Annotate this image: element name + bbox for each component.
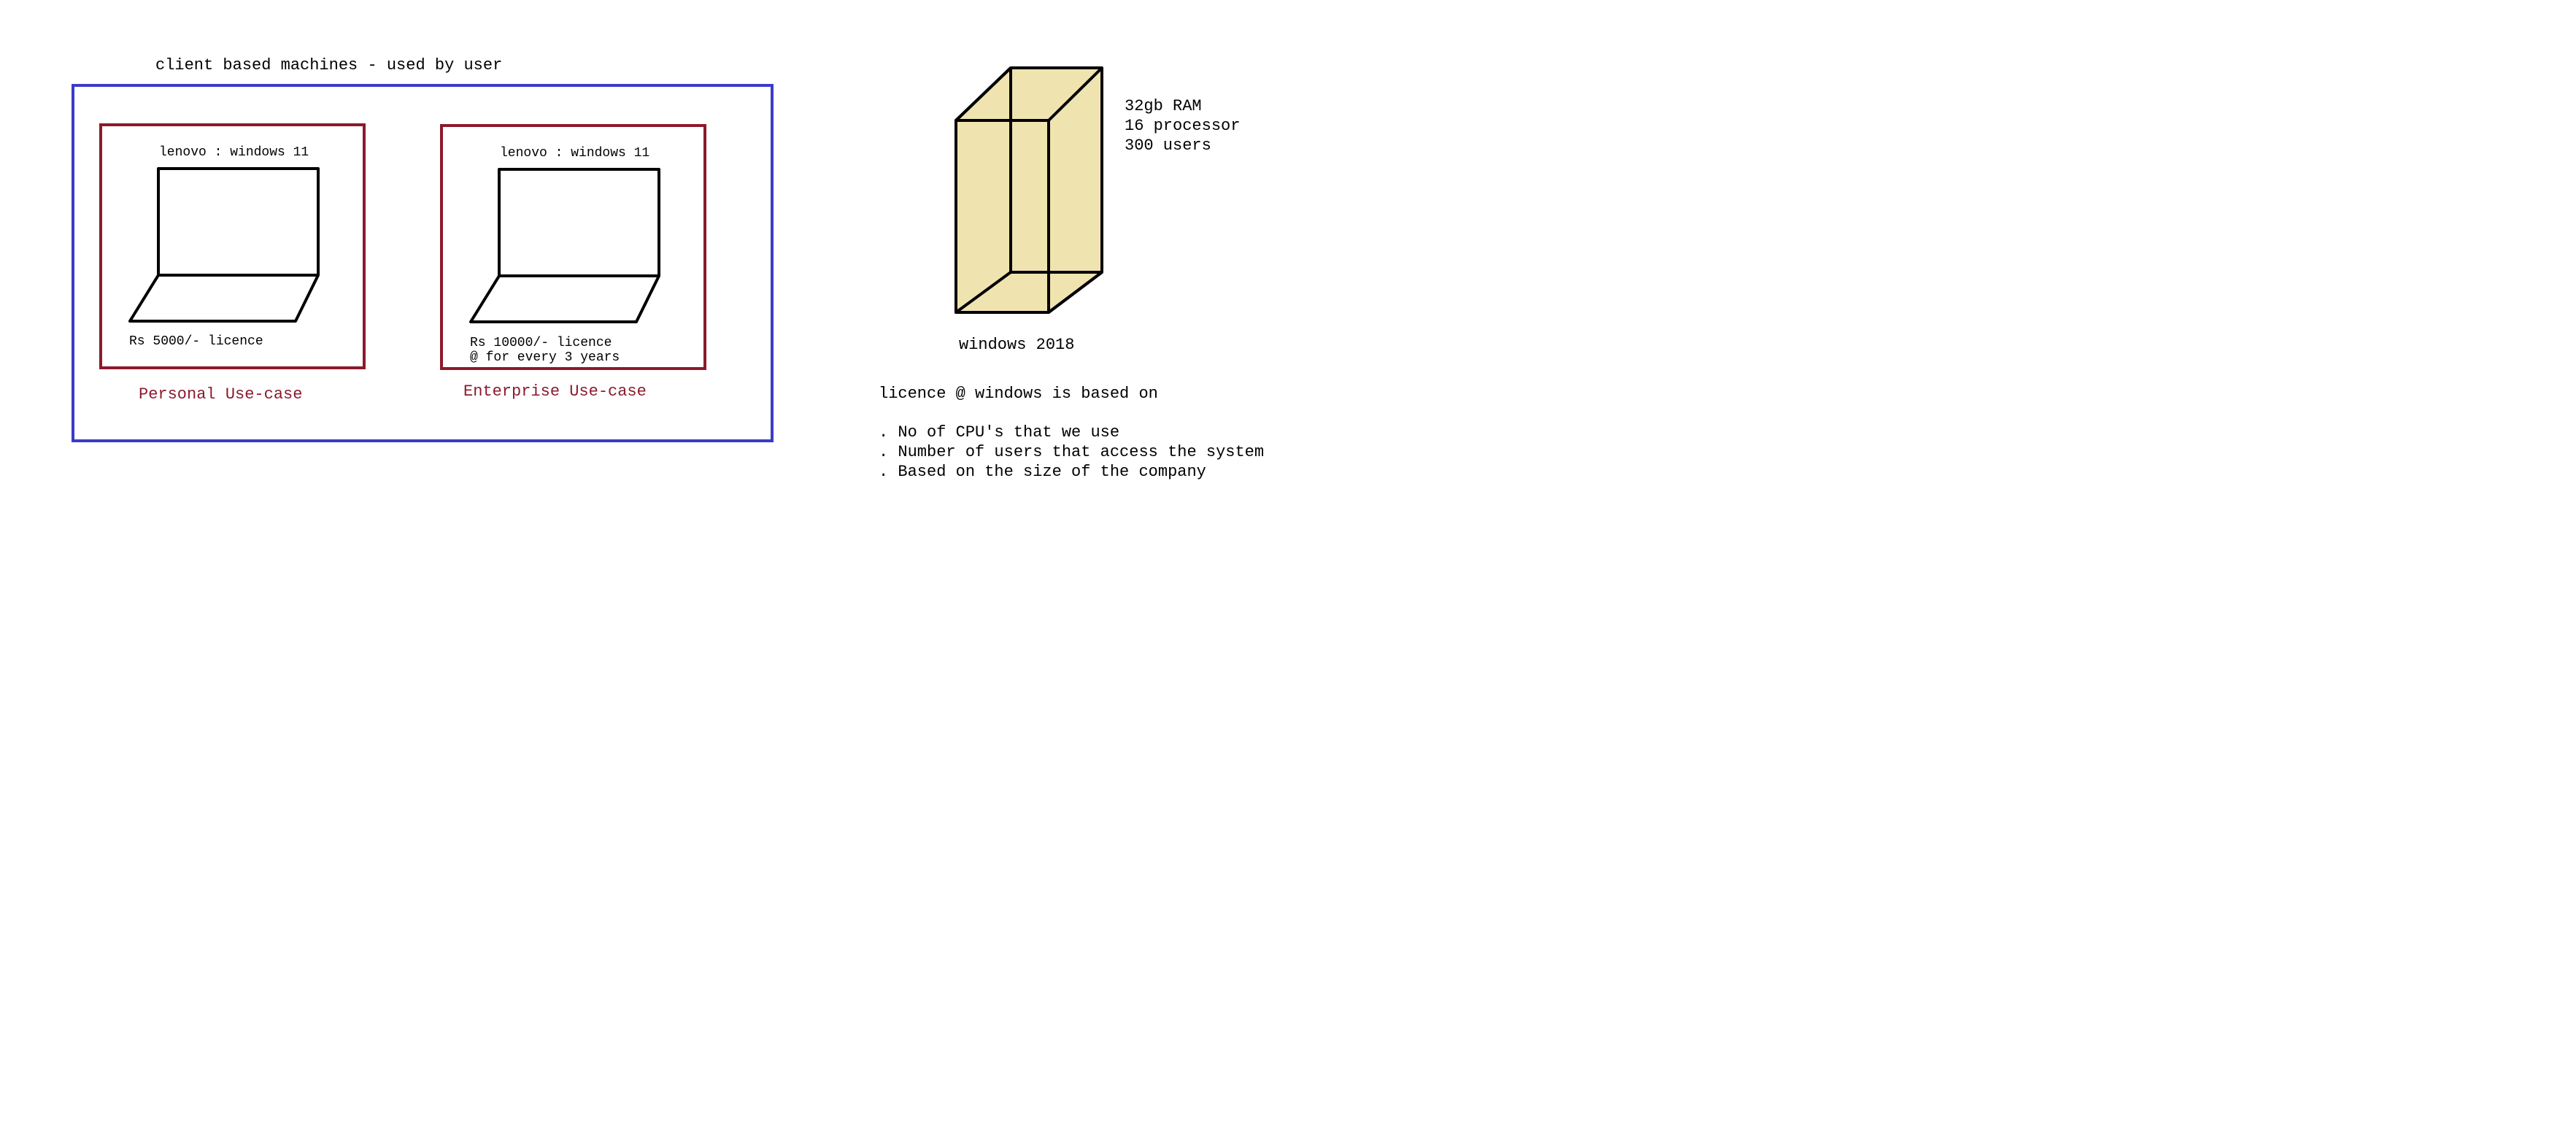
server-spec-processor: 16 processor — [1125, 117, 1240, 135]
personal-licence-text: Rs 5000/- licence — [129, 334, 263, 349]
server-group: 32gb RAM 16 processor 300 users windows … — [955, 66, 1240, 354]
server-spec-ram: 32gb RAM — [1125, 97, 1202, 115]
laptop-icon — [128, 167, 320, 323]
enterprise-licence-line2: @ for every 3 years — [470, 350, 620, 365]
personal-use-case-label: Personal Use-case — [139, 385, 302, 404]
client-group-title: client based machines - used by user — [155, 56, 502, 74]
enterprise-licence-line1: Rs 10000/- licence — [470, 336, 612, 350]
server-tower-icon — [955, 66, 1103, 314]
personal-device-label: lenovo : windows 11 — [159, 145, 309, 160]
personal-box-border — [99, 123, 366, 369]
licence-note-item-users: . Number of users that access the system — [879, 443, 1264, 461]
licence-note-item-cpu: . No of CPU's that we use — [879, 423, 1119, 442]
server-spec-users: 300 users — [1125, 136, 1211, 155]
server-os-label: windows 2018 — [959, 336, 1074, 354]
client-machines-group: client based machines - used by user len… — [72, 56, 774, 442]
licence-note-item-company-size: . Based on the size of the company — [879, 463, 1206, 481]
laptop-icon — [469, 168, 660, 323]
enterprise-use-case-label: Enterprise Use-case — [463, 382, 647, 401]
enterprise-device-label: lenovo : windows 11 — [500, 146, 649, 161]
personal-use-case-box: lenovo : windows 11 Rs 5000/- licence Pe… — [99, 123, 366, 404]
licence-notes-heading: licence @ windows is based on — [879, 385, 1158, 403]
enterprise-box-border — [440, 124, 706, 370]
diagram-svg: client based machines - used by user len… — [72, 56, 1264, 481]
whiteboard-canvas: client based machines - used by user len… — [0, 0, 2576, 1140]
enterprise-use-case-box: lenovo : windows 11 Rs 10000/- licence @… — [440, 124, 706, 401]
licence-notes: licence @ windows is based on . No of CP… — [879, 385, 1264, 481]
